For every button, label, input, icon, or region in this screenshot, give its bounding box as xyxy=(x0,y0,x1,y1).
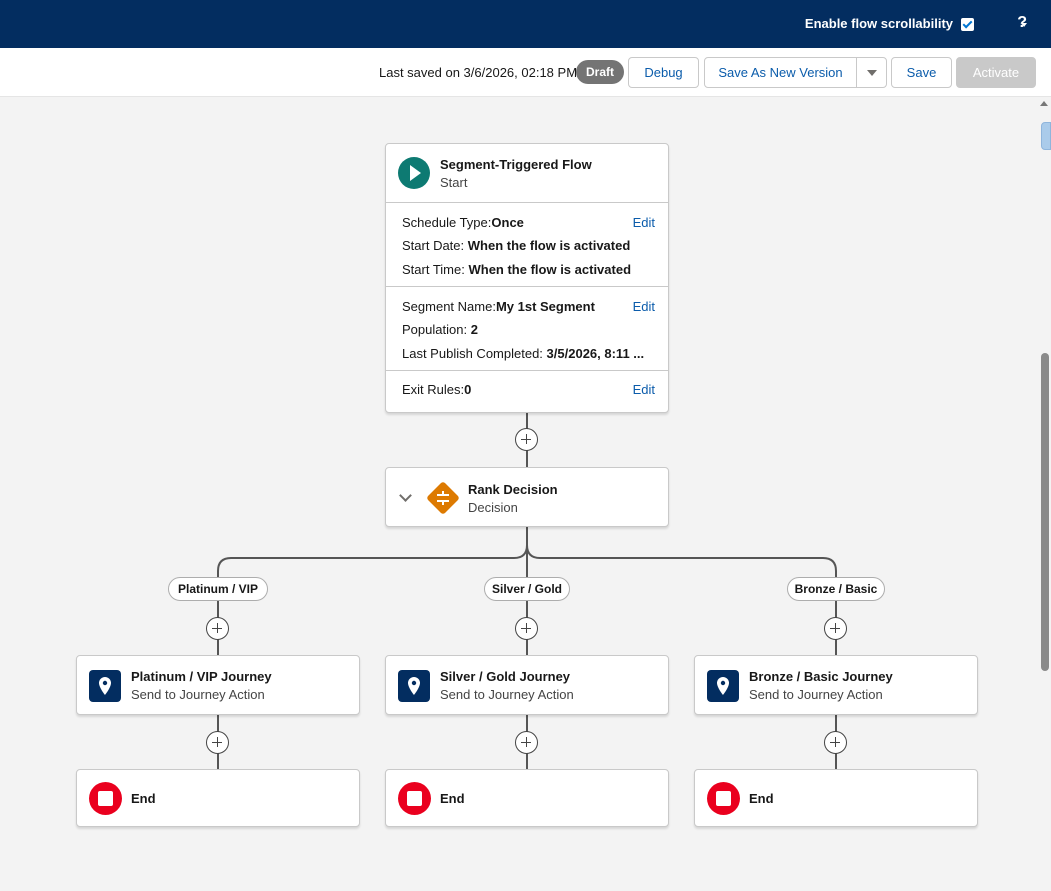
schedule-section: Schedule Type:Once Edit Start Date: When… xyxy=(386,202,668,286)
end-element-card[interactable]: End xyxy=(76,769,360,827)
end-element-card[interactable]: End xyxy=(385,769,669,827)
journey-action-card-silver[interactable]: Silver / Gold Journey Send to Journey Ac… xyxy=(385,655,669,715)
population-row: Population: 2 xyxy=(402,322,478,337)
start-time-row: Start Time: When the flow is activated xyxy=(402,262,632,277)
last-publish-row: Last Publish Completed: 3/5/2026, 8:11 .… xyxy=(402,346,645,361)
decision-diamond-icon xyxy=(427,482,459,514)
app-header: Enable flow scrollability ? xyxy=(0,0,1051,48)
schedule-edit-link[interactable]: Edit xyxy=(633,215,655,230)
start-subtitle: Start xyxy=(440,175,468,190)
scrollability-checkbox[interactable] xyxy=(961,18,974,31)
stop-icon xyxy=(89,782,122,815)
add-element-button[interactable] xyxy=(824,617,847,640)
exit-rules-row: Exit Rules:0 xyxy=(402,382,472,397)
location-pin-icon xyxy=(707,670,739,702)
segment-name-row: Segment Name:My 1st Segment xyxy=(402,299,595,314)
branch-label-platinum[interactable]: Platinum / VIP xyxy=(168,577,268,601)
last-saved-text: Last saved on 3/6/2026, 02:18 PM xyxy=(379,65,578,80)
flow-toolbar: Last saved on 3/6/2026, 02:18 PM Draft D… xyxy=(0,48,1051,97)
segment-edit-link[interactable]: Edit xyxy=(633,299,655,314)
vertical-scrollbar[interactable] xyxy=(1037,97,1051,891)
exit-rules-section: Exit Rules:0 Edit xyxy=(386,370,668,412)
journey-action-card-platinum[interactable]: Platinum / VIP Journey Send to Journey A… xyxy=(76,655,360,715)
decision-element-card[interactable]: Rank Decision Decision xyxy=(385,467,669,527)
help-menu-chevron-icon[interactable] xyxy=(1021,23,1027,27)
collapse-chevron-icon[interactable] xyxy=(399,489,412,502)
add-element-button[interactable] xyxy=(824,731,847,754)
decision-title: Rank Decision xyxy=(468,482,558,497)
schedule-type-row: Schedule Type:Once xyxy=(402,215,524,230)
branch-label-silver[interactable]: Silver / Gold xyxy=(484,577,570,601)
action-title: Bronze / Basic Journey xyxy=(749,669,893,684)
activate-button[interactable]: Activate xyxy=(956,57,1036,88)
location-pin-icon xyxy=(89,670,121,702)
scrollbar-thumb[interactable] xyxy=(1041,353,1049,671)
location-pin-icon xyxy=(398,670,430,702)
add-element-button[interactable] xyxy=(515,617,538,640)
end-element-card[interactable]: End xyxy=(694,769,978,827)
chevron-down-icon xyxy=(867,70,877,76)
exit-rules-edit-link[interactable]: Edit xyxy=(633,382,655,397)
branch-label-bronze[interactable]: Bronze / Basic xyxy=(787,577,885,601)
add-element-button[interactable] xyxy=(206,617,229,640)
action-subtitle: Send to Journey Action xyxy=(131,687,265,702)
save-options-dropdown-button[interactable] xyxy=(856,57,887,88)
add-element-button[interactable] xyxy=(515,731,538,754)
scrollability-label: Enable flow scrollability xyxy=(804,16,953,31)
save-button[interactable]: Save xyxy=(891,57,952,88)
segment-section: Segment Name:My 1st Segment Edit Populat… xyxy=(386,286,668,370)
decision-subtitle: Decision xyxy=(468,500,518,515)
action-subtitle: Send to Journey Action xyxy=(749,687,883,702)
action-title: Platinum / VIP Journey xyxy=(131,669,272,684)
start-title: Segment-Triggered Flow xyxy=(440,157,592,172)
action-title: Silver / Gold Journey xyxy=(440,669,571,684)
end-label: End xyxy=(131,791,156,806)
side-panel-toggle[interactable] xyxy=(1041,122,1051,150)
end-label: End xyxy=(749,791,774,806)
save-as-new-version-button[interactable]: Save As New Version xyxy=(704,57,857,88)
start-date-row: Start Date: When the flow is activated xyxy=(402,238,631,253)
debug-button[interactable]: Debug xyxy=(628,57,699,88)
add-element-button[interactable] xyxy=(206,731,229,754)
play-icon xyxy=(398,157,430,189)
stop-icon xyxy=(707,782,740,815)
scroll-up-arrow-icon[interactable] xyxy=(1040,101,1048,106)
add-element-button[interactable] xyxy=(515,428,538,451)
action-subtitle: Send to Journey Action xyxy=(440,687,574,702)
end-label: End xyxy=(440,791,465,806)
status-badge: Draft xyxy=(576,60,624,84)
stop-icon xyxy=(398,782,431,815)
journey-action-card-bronze[interactable]: Bronze / Basic Journey Send to Journey A… xyxy=(694,655,978,715)
start-element-card[interactable]: Segment-Triggered Flow Start Schedule Ty… xyxy=(385,143,669,413)
